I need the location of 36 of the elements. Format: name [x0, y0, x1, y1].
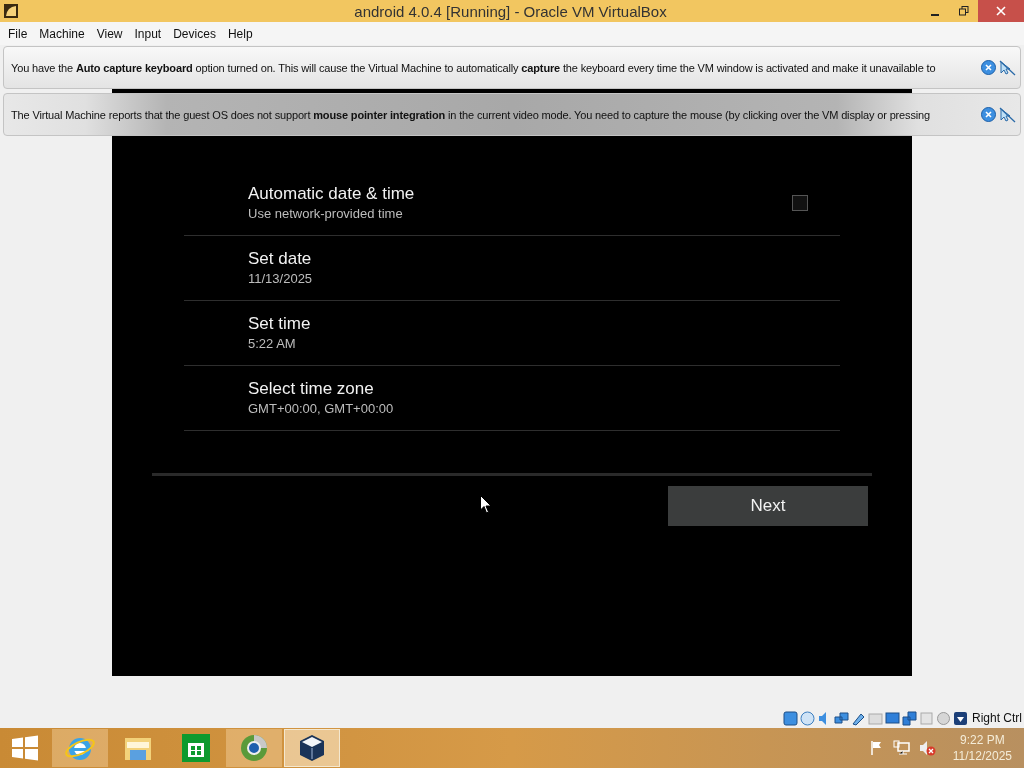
setting-title[interactable]: Set time — [248, 313, 808, 335]
notification-text: You have the Auto capture keyboard option turned on. This will cause the Virtual Machine to automatically capture the keyboard every time the VM window is activated and make it unavailable to — [11, 61, 937, 74]
taskbar-button[interactable] — [284, 729, 340, 767]
menu-item[interactable]: Machine — [33, 26, 91, 41]
close-icon — [996, 6, 1006, 16]
menu-item[interactable]: File — [2, 26, 34, 41]
taskbar-button[interactable] — [226, 729, 282, 767]
close-icon[interactable] — [981, 60, 996, 75]
setting-summary: 5:22 AM — [248, 335, 297, 353]
setting-summary: 11/13/2025 — [248, 270, 314, 288]
menu-item[interactable]: View — [90, 26, 129, 41]
monitor-icon[interactable] — [885, 710, 900, 726]
next-button[interactable]: Next — [668, 486, 868, 526]
setting-title[interactable]: Set date — [248, 248, 808, 270]
muted-speaker-icon[interactable] — [918, 740, 937, 756]
mouse-pointer-icon[interactable] — [999, 59, 1016, 76]
mouse-pointer-icon — [480, 495, 492, 514]
globe-icon — [238, 733, 270, 763]
disc-icon[interactable] — [800, 710, 815, 726]
mouse-pointer-icon[interactable] — [999, 106, 1016, 123]
menu-item[interactable]: Input — [128, 26, 168, 41]
checkbox[interactable] — [792, 195, 808, 211]
windows-logo-icon — [11, 735, 39, 761]
setting-summary: GMT+00:00, GMT+00:00 — [248, 400, 395, 418]
notification-text: The Virtual Machine reports that the guest OS does not support mouse pointer integration in the current video mode. You need to capture the mouse (by clicking over the VM display or pressing — [11, 108, 931, 121]
setting-title[interactable]: Automatic date & time — [248, 183, 792, 205]
setting-title[interactable]: Select time zone — [248, 378, 808, 400]
menu-item[interactable]: Devices — [167, 26, 222, 41]
window-title: android 4.0.4 [Running] - Oracle VM VirtualBox — [353, 2, 668, 20]
restore-icon — [958, 6, 969, 16]
host-key-label: Right Ctrl — [972, 711, 1022, 725]
app-logo-icon — [3, 3, 19, 19]
close-icon[interactable] — [981, 107, 996, 122]
menu-item[interactable]: Help — [221, 26, 259, 41]
setting-summary: Use network-provided time — [248, 205, 404, 223]
minimize-icon — [930, 14, 939, 16]
